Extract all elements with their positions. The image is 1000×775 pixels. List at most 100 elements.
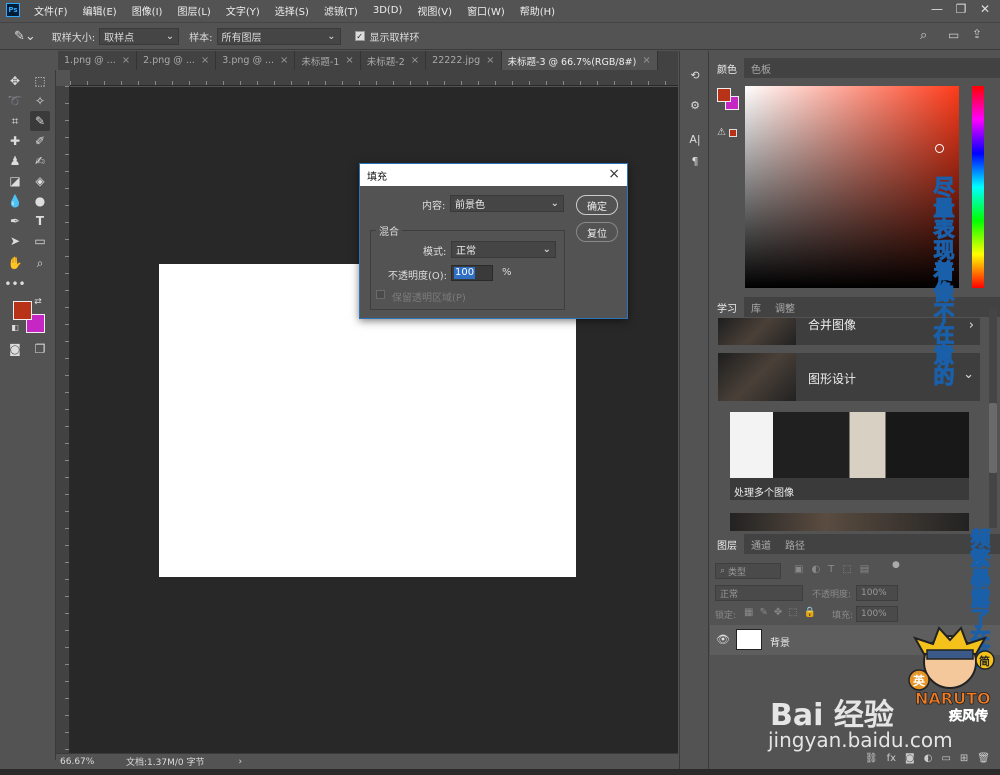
- lasso-tool-icon[interactable]: ➰: [5, 91, 25, 111]
- zoom-tool-icon[interactable]: ⌕: [30, 253, 50, 273]
- pen-tool-icon[interactable]: ✒: [5, 211, 25, 231]
- fx-icon[interactable]: fx: [887, 753, 896, 764]
- opacity-input[interactable]: 100: [451, 265, 493, 281]
- eraser-tool-icon[interactable]: ◪: [5, 171, 25, 191]
- lock-icons[interactable]: ▦✎✥⬚🔒: [744, 607, 822, 618]
- move-tool-icon[interactable]: ✥: [5, 71, 25, 91]
- close-tab-icon[interactable]: ×: [642, 55, 650, 66]
- shape-tool-icon[interactable]: ▭: [30, 231, 50, 251]
- tab-doc-5[interactable]: 未标题-2 ×: [361, 51, 427, 70]
- search-icon[interactable]: ⌕: [920, 28, 927, 43]
- mask-icon[interactable]: ◙: [905, 753, 915, 764]
- eyedropper-tool-icon[interactable]: ✎: [30, 111, 50, 131]
- adjustment-icon[interactable]: ◐: [924, 753, 933, 764]
- tab-doc-1[interactable]: 1.png @ ... ×: [58, 51, 138, 70]
- chevron-right-icon[interactable]: ›: [238, 757, 242, 767]
- character-icon[interactable]: A|: [687, 133, 703, 149]
- blur-tool-icon[interactable]: 💧: [5, 191, 25, 211]
- tab-layers[interactable]: 图层: [710, 534, 744, 554]
- tab-learn[interactable]: 学习: [710, 297, 744, 317]
- dialog-title-bar[interactable]: 填充 ×: [360, 164, 627, 186]
- healing-tool-icon[interactable]: ✚: [5, 131, 25, 151]
- eyedropper-preset-icon[interactable]: ✎⌄: [14, 29, 36, 44]
- maximize-button[interactable]: ❐: [950, 0, 972, 18]
- menu-view[interactable]: 视图(V): [417, 3, 452, 18]
- close-tab-icon[interactable]: ×: [280, 55, 288, 66]
- close-tab-icon[interactable]: ×: [122, 55, 130, 66]
- tab-doc-7[interactable]: 未标题-3 @ 66.7%(RGB/8#) ×: [501, 51, 658, 70]
- default-colors-icon[interactable]: ◧: [10, 322, 20, 332]
- sample-size-select[interactable]: 取样点 ⌄: [99, 27, 180, 45]
- menu-image[interactable]: 图像(I): [132, 3, 163, 18]
- layer-opacity-input[interactable]: 100%: [856, 585, 898, 601]
- paint-bucket-icon[interactable]: ◈: [30, 171, 50, 191]
- blend-mode-select[interactable]: 正常: [715, 585, 803, 601]
- group-icon[interactable]: ▭: [941, 753, 950, 764]
- learn-scrollbar[interactable]: [989, 308, 997, 528]
- panel-foreground-swatch[interactable]: [717, 88, 731, 102]
- gamut-swatch[interactable]: [729, 129, 737, 137]
- tab-libraries[interactable]: 库: [744, 297, 768, 317]
- tab-doc-6[interactable]: 22222.jpg ×: [426, 51, 502, 70]
- hue-slider[interactable]: [972, 86, 984, 288]
- quick-mask-icon[interactable]: ◙: [5, 339, 25, 359]
- tab-doc-3[interactable]: 3.png @ ... ×: [216, 51, 296, 70]
- filter-toggle-icon[interactable]: ●: [892, 560, 900, 570]
- color-picker-ring[interactable]: [935, 144, 944, 153]
- close-tab-icon[interactable]: ×: [486, 55, 494, 66]
- sample-select[interactable]: 所有图层 ⌄: [216, 27, 341, 45]
- color-spectrum[interactable]: [745, 86, 959, 288]
- content-select[interactable]: 前景色 ⌄: [450, 195, 564, 212]
- close-button[interactable]: ✕: [974, 0, 996, 18]
- menu-3d[interactable]: 3D(D): [373, 5, 403, 16]
- close-tab-icon[interactable]: ×: [345, 55, 353, 66]
- tab-adjustments[interactable]: 调整: [768, 297, 802, 317]
- history-icon[interactable]: ⟲: [687, 69, 703, 85]
- menu-layer[interactable]: 图层(L): [177, 3, 210, 18]
- tab-channels[interactable]: 通道: [744, 534, 778, 554]
- zoom-level[interactable]: 66.67%: [60, 757, 120, 767]
- menu-type[interactable]: 文字(Y): [226, 3, 260, 18]
- menu-edit[interactable]: 编辑(E): [83, 3, 117, 18]
- paragraph-icon[interactable]: ¶: [687, 155, 703, 171]
- tab-doc-2[interactable]: 2.png @ ... ×: [137, 51, 217, 70]
- quick-select-tool-icon[interactable]: ✧: [30, 91, 50, 111]
- tab-color[interactable]: 颜色: [710, 58, 744, 78]
- screen-mode-icon[interactable]: ❐: [30, 339, 50, 359]
- path-select-icon[interactable]: ➤: [5, 231, 25, 251]
- minimize-button[interactable]: —: [926, 0, 948, 18]
- swap-colors-icon[interactable]: ⇄: [33, 297, 43, 307]
- eye-icon[interactable]: 👁: [716, 633, 730, 646]
- link-icon[interactable]: ⛓: [865, 753, 878, 764]
- menu-select[interactable]: 选择(S): [275, 3, 309, 18]
- brush-tool-icon[interactable]: ✐: [30, 131, 50, 151]
- preserve-transparency-checkbox[interactable]: [376, 290, 385, 299]
- stamp-tool-icon[interactable]: ♟: [5, 151, 25, 171]
- tutorial-card-partial[interactable]: [730, 513, 969, 531]
- dodge-tool-icon[interactable]: ●: [30, 191, 50, 211]
- tab-swatches[interactable]: 色板: [744, 58, 778, 78]
- mode-select[interactable]: 正常 ⌄: [451, 241, 556, 258]
- layer-fill-input[interactable]: 100%: [856, 606, 898, 622]
- layer-filter-select[interactable]: ⌕ 类型: [715, 563, 781, 579]
- hand-tool-icon[interactable]: ✋: [5, 253, 25, 273]
- marquee-tool-icon[interactable]: ⬚: [30, 71, 50, 91]
- foreground-color-swatch[interactable]: [13, 301, 32, 320]
- reset-button[interactable]: 复位: [576, 222, 618, 242]
- tutorial-card[interactable]: 处理多个图像: [730, 412, 969, 500]
- history-brush-icon[interactable]: ✍: [30, 151, 50, 171]
- tab-doc-4[interactable]: 未标题-1 ×: [295, 51, 361, 70]
- more-tools-icon[interactable]: •••: [4, 274, 25, 294]
- menu-file[interactable]: 文件(F): [34, 3, 68, 18]
- share-icon[interactable]: ⇪: [972, 27, 982, 41]
- scrollbar-thumb[interactable]: [989, 403, 997, 473]
- properties-icon[interactable]: ⚙: [687, 99, 703, 115]
- ok-button[interactable]: 确定: [576, 195, 618, 215]
- type-tool-icon[interactable]: T: [30, 211, 50, 231]
- workspace-icon[interactable]: ▭: [948, 28, 959, 42]
- menu-help[interactable]: 帮助(H): [520, 3, 555, 18]
- close-tab-icon[interactable]: ×: [411, 55, 419, 66]
- close-icon[interactable]: ×: [608, 166, 620, 182]
- tab-paths[interactable]: 路径: [778, 534, 812, 554]
- close-tab-icon[interactable]: ×: [201, 55, 209, 66]
